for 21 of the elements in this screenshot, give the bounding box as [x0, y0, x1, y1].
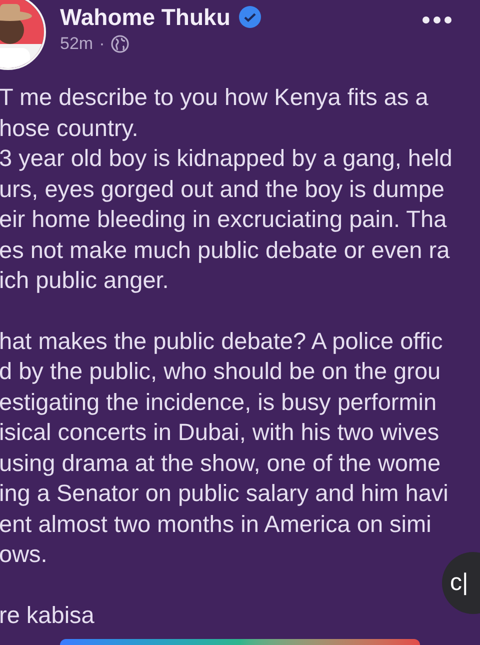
post-text-line: hat makes the public debate? A police offic — [0, 326, 443, 356]
post-text-line: eir home bleeding in excruciating pain. Tha — [0, 205, 447, 234]
post-text-line: hose country. — [0, 114, 138, 143]
post-text-line: ich public anger. — [0, 266, 169, 295]
author-name[interactable]: Wahome Thuku — [60, 2, 230, 32]
post-text-line: es not make much public debate or even ra — [0, 236, 450, 265]
globe-icon — [110, 35, 129, 53]
post-text-line: d by the public, who should be on the grou — [0, 357, 441, 386]
post-text-line: re kabisa — [0, 600, 94, 630]
post-text-line: using drama at the show, one of the wome — [0, 448, 441, 478]
post-text-line: estigating the incidence, is busy performin — [0, 388, 437, 417]
post-time: 52m — [60, 33, 94, 55]
post-text-line: urs, eyes gorged out and the boy is dumpe — [0, 174, 444, 204]
post-text-line: isical concerts in Dubai, with his two wives — [0, 418, 440, 447]
floating-button[interactable]: c| — [442, 552, 480, 614]
more-options-icon[interactable] — [422, 16, 452, 24]
post-text-line: 3 year old boy is kidnapped by a gang, held — [0, 144, 452, 173]
separator-dot: · — [99, 33, 105, 55]
post-text-line: ows. — [0, 540, 48, 569]
post-text-line: ent almost two months in America on simi — [0, 510, 432, 538]
post-text-line: ing a Senator on public salary and him havi — [0, 479, 448, 508]
